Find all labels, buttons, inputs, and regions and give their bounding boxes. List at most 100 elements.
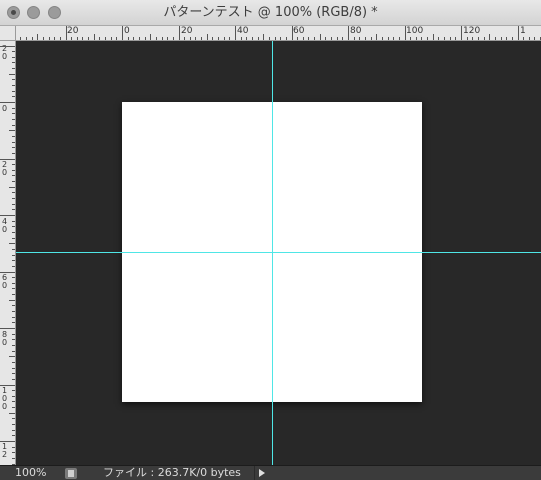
ruler-tick [201, 37, 203, 40]
ruler-tick [133, 37, 135, 40]
title-bar: パターンテスト @ 100% (RGB/8) * [0, 0, 541, 26]
ruler-tick [0, 441, 15, 442]
ruler-tick [12, 90, 15, 92]
ruler-tick [12, 203, 15, 205]
ruler-tick [12, 344, 15, 346]
ruler-tick [12, 350, 15, 352]
ruler-tick [534, 37, 536, 40]
ruler-tick [483, 37, 485, 40]
ruler-tick [398, 37, 400, 40]
ruler-tick [93, 34, 95, 40]
ruler-tick [325, 37, 327, 40]
ruler-tick [110, 37, 112, 40]
ruler-tick [12, 135, 15, 137]
ruler-tick [9, 73, 15, 75]
ruler-tick [415, 37, 417, 40]
ruler-tick [12, 407, 15, 409]
ruler-tick [0, 158, 15, 160]
canvas-area[interactable] [16, 41, 541, 465]
ruler-label: 20 [181, 26, 193, 36]
ruler-tick [348, 26, 349, 40]
ruler-tick [506, 37, 508, 40]
ruler-tick [0, 215, 15, 216]
ruler-tick [528, 37, 530, 40]
ruler-tick [212, 37, 214, 40]
ruler-label: 0 [124, 26, 130, 36]
ruler-tick [12, 429, 15, 431]
ruler-tick [167, 37, 169, 40]
ruler-tick [302, 37, 304, 40]
ruler-tick [268, 37, 270, 40]
ruler-tick [172, 37, 174, 40]
ruler-tick [12, 164, 15, 166]
ruler-tick [12, 401, 15, 403]
ruler-tick [461, 26, 462, 40]
ruler-tick [223, 37, 225, 40]
ruler-tick [235, 26, 236, 40]
ruler-tick [494, 37, 496, 40]
ruler-tick [427, 37, 429, 40]
document-icon[interactable] [65, 468, 77, 479]
ruler-tick [12, 141, 15, 143]
ruler-tick [489, 34, 491, 40]
zoom-level[interactable]: 100% [15, 466, 46, 480]
ruler-tick [59, 37, 61, 40]
ruler-tick [12, 152, 15, 154]
right-triangle-icon[interactable] [254, 466, 268, 480]
ruler-tick [477, 37, 479, 40]
ruler-tick [195, 37, 197, 40]
ruler-tick [218, 37, 220, 40]
ruler-label: 2 [1, 450, 8, 459]
ruler-tick [0, 102, 15, 103]
ruler-tick [12, 198, 15, 200]
ruler-tick [88, 37, 90, 40]
ruler-tick [314, 37, 316, 40]
ruler-tick [12, 446, 15, 448]
vertical-ruler[interactable]: 20 0 20 40 60 80 100 12 [0, 41, 16, 465]
ruler-tick [12, 373, 15, 375]
ruler-tick [12, 175, 15, 177]
ruler-tick [12, 311, 15, 313]
ruler-tick [12, 265, 15, 267]
ruler-tick [12, 248, 15, 250]
ruler-tick [99, 37, 101, 40]
ruler-tick [387, 37, 389, 40]
ruler-tick [523, 37, 525, 40]
ruler-tick [206, 34, 208, 40]
ruler-tick [12, 181, 15, 183]
ruler-label: 0 [1, 281, 8, 290]
ruler-tick [12, 192, 15, 194]
ruler-label: 0 [1, 338, 8, 347]
ruler-tick [122, 26, 123, 40]
ruler-tick [370, 37, 372, 40]
ruler-tick [12, 237, 15, 239]
ruler-corner[interactable] [0, 26, 16, 41]
horizontal-ruler[interactable]: 20 0 20 40 60 80 100 120 1 [16, 26, 541, 41]
ruler-tick [12, 169, 15, 171]
ruler-tick [404, 26, 406, 40]
file-info: ファイル : 263.7K/0 bytes [103, 466, 241, 479]
ruler-tick [31, 37, 33, 40]
ruler-label: 40 [237, 26, 249, 36]
ruler-label: 60 [293, 26, 305, 36]
ruler-tick [12, 316, 15, 318]
horizontal-guide[interactable] [16, 252, 541, 253]
ruler-tick [444, 37, 446, 40]
ruler-tick [0, 384, 15, 386]
ruler-tick [12, 367, 15, 369]
ruler-tick [9, 243, 15, 245]
ruler-tick [353, 37, 355, 40]
ruler-tick [76, 37, 78, 40]
ruler-label: 80 [350, 26, 362, 36]
ruler-tick [12, 209, 15, 211]
ruler-tick [189, 37, 191, 40]
ruler-tick [25, 37, 27, 40]
ruler-tick [116, 37, 118, 40]
ruler-tick [308, 37, 310, 40]
vertical-guide[interactable] [272, 41, 273, 465]
ruler-tick [71, 37, 73, 40]
ruler-tick [12, 79, 15, 81]
ruler-tick [500, 37, 502, 40]
ruler-tick [274, 37, 276, 40]
ruler-tick [472, 37, 474, 40]
